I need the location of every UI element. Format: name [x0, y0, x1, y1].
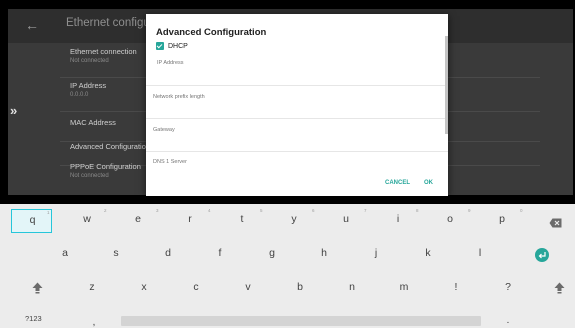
gateway-field-label: Gateway	[153, 127, 175, 133]
ok-button[interactable]: OK	[424, 180, 433, 186]
key-l[interactable]: l	[473, 247, 487, 259]
network-prefix-field[interactable]	[146, 118, 448, 119]
key-number-hint: 5	[260, 208, 263, 213]
key-number-hint: 4	[208, 208, 211, 213]
key-w[interactable]: w	[80, 213, 94, 225]
enter-icon[interactable]	[535, 248, 549, 267]
key-number-hint: 1	[47, 210, 50, 215]
key-g[interactable]: g	[265, 247, 279, 259]
key-v[interactable]: v	[241, 281, 255, 293]
settings-item-title: MAC Address	[70, 118, 116, 127]
space-bar[interactable]	[121, 316, 481, 326]
key-r[interactable]: r	[183, 213, 197, 225]
settings-item-subtitle: Not connected	[70, 173, 109, 179]
key-c[interactable]: c	[189, 281, 203, 293]
key-number-hint: 3	[156, 208, 159, 213]
shift-icon[interactable]	[32, 281, 43, 299]
ip-address-field-label: IP Address	[157, 60, 184, 66]
network-prefix-field-label: Network prefix length	[153, 94, 205, 100]
advanced-configuration-dialog: Advanced Configuration DHCP IP Address N…	[146, 14, 448, 196]
key-o[interactable]: o	[443, 213, 457, 225]
key-number-hint: 7	[364, 208, 367, 213]
key-number-hint: 6	[312, 208, 315, 213]
key-number-hint: 2	[104, 208, 107, 213]
key-number-hint: 8	[416, 208, 419, 213]
settings-item-subtitle: Not connected	[70, 58, 109, 64]
key-p[interactable]: p	[495, 213, 509, 225]
key-s[interactable]: s	[109, 247, 123, 259]
arrow-back-icon[interactable]: ←	[25, 17, 39, 33]
gateway-field[interactable]	[146, 151, 448, 152]
key-j[interactable]: j	[369, 247, 383, 259]
settings-item-title: Ethernet connection	[70, 47, 137, 56]
dhcp-option[interactable]: DHCP	[156, 42, 188, 50]
key-e[interactable]: e	[131, 213, 145, 225]
key-b[interactable]: b	[293, 281, 307, 293]
key-u[interactable]: u	[339, 213, 353, 225]
key-h[interactable]: h	[317, 247, 331, 259]
dialog-scrollbar[interactable]	[445, 36, 448, 134]
key-comma[interactable]: ,	[89, 316, 99, 328]
key-i[interactable]: i	[391, 213, 405, 225]
key-period[interactable]: .	[503, 314, 513, 326]
key-x[interactable]: x	[137, 281, 151, 293]
side-chevron-icon[interactable]: »	[10, 103, 17, 118]
key-n[interactable]: n	[345, 281, 359, 293]
key-k[interactable]: k	[421, 247, 435, 259]
dhcp-label: DHCP	[168, 42, 188, 50]
settings-item-title: IP Address	[70, 81, 107, 90]
dialog-title: Advanced Configuration	[156, 27, 267, 38]
key-a[interactable]: a	[58, 247, 72, 259]
key-number-hint: 0	[520, 208, 523, 213]
key-number-hint: 9	[468, 208, 471, 213]
cancel-button[interactable]: CANCEL	[385, 180, 410, 186]
key-exclamation[interactable]: !	[449, 281, 463, 293]
symbols-key[interactable]: ?123	[25, 314, 42, 323]
on-screen-keyboard: q 1 w 2 e 3 r 4 t 5 y 6 u 7 i 8 o 9 p 0 …	[0, 204, 575, 328]
dns1-field-label: DNS 1 Server	[153, 159, 187, 165]
settings-item-subtitle: 0.0.0.0	[70, 92, 89, 98]
shift-icon[interactable]	[554, 281, 565, 299]
screen: ← Ethernet configurat Ethernet connectio…	[0, 0, 575, 328]
key-label: q	[29, 214, 36, 226]
key-m[interactable]: m	[397, 281, 411, 293]
backspace-icon[interactable]	[549, 215, 562, 233]
key-y[interactable]: y	[287, 213, 301, 225]
ip-address-field[interactable]	[146, 85, 448, 86]
dhcp-checkbox[interactable]	[156, 42, 164, 50]
key-t[interactable]: t	[235, 213, 249, 225]
key-f[interactable]: f	[213, 247, 227, 259]
key-d[interactable]: d	[161, 247, 175, 259]
key-z[interactable]: z	[85, 281, 99, 293]
settings-item-title: Advanced Configuration	[70, 142, 151, 151]
settings-item-title: PPPoE Configuration	[70, 162, 141, 171]
key-q[interactable]: q 1	[11, 209, 52, 233]
key-question[interactable]: ?	[501, 281, 515, 293]
